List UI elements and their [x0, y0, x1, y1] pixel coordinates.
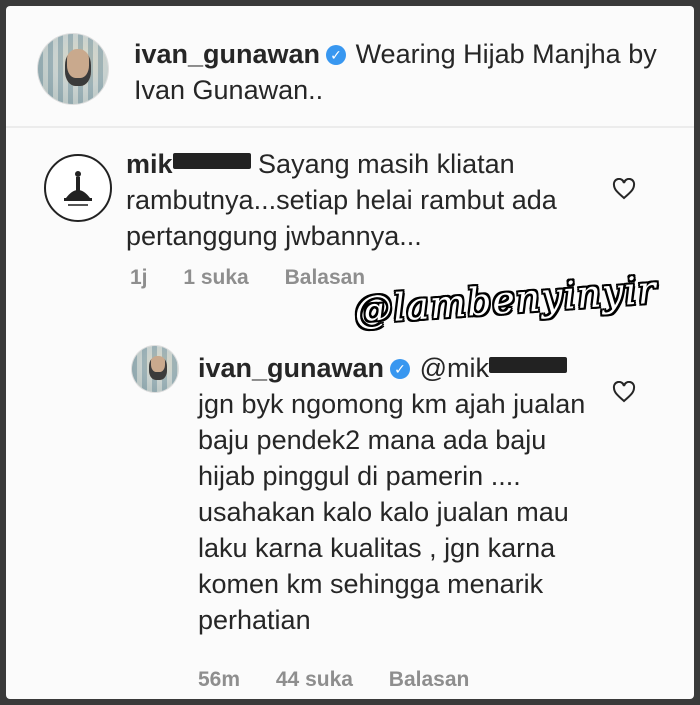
avatar[interactable] [132, 346, 178, 392]
redaction [488, 357, 567, 373]
heart-icon[interactable] [612, 178, 636, 200]
comment: mik Sayang masih kliatan rambutnya...set… [126, 146, 596, 254]
divider [6, 126, 694, 128]
avatar[interactable] [38, 34, 108, 104]
redaction [172, 153, 251, 169]
caption-username[interactable]: ivan_gunawan [134, 39, 320, 69]
reply-username[interactable]: ivan_gunawan [198, 353, 384, 383]
mosque-logo-icon [64, 171, 92, 206]
avatar[interactable] [44, 154, 112, 222]
heart-icon[interactable] [612, 381, 636, 403]
watermark: @lambenyinyir [352, 267, 659, 333]
comment-likes[interactable]: 1 suka [183, 266, 248, 289]
reply-reply-button[interactable]: Balasan [389, 668, 470, 691]
reply-meta: 56m 44 suka Balasan [198, 668, 499, 692]
caption: ivan_gunawan ✓ Wearing Hijab Manjha by Iv… [134, 36, 674, 108]
reply-mention[interactable]: @mik [420, 353, 567, 383]
comment-reply-button[interactable]: Balasan [285, 266, 366, 289]
verified-icon: ✓ [326, 45, 347, 65]
reply-time: 56m [198, 668, 241, 691]
verified-icon: ✓ [390, 359, 411, 379]
comment-time: 1j [130, 266, 148, 289]
comment-meta: 1j 1 suka Balasan [130, 266, 395, 290]
comment-username[interactable]: mik [126, 149, 251, 179]
reply-likes[interactable]: 44 suka [276, 668, 353, 691]
instagram-comments-panel: ivan_gunawan ✓ Wearing Hijab Manjha by Iv… [6, 6, 694, 699]
reply: ivan_gunawan ✓ @mik jgn byk ngomong km aj… [198, 350, 588, 638]
reply-text: jgn byk ngomong km ajah jualan baju pend… [198, 389, 586, 635]
